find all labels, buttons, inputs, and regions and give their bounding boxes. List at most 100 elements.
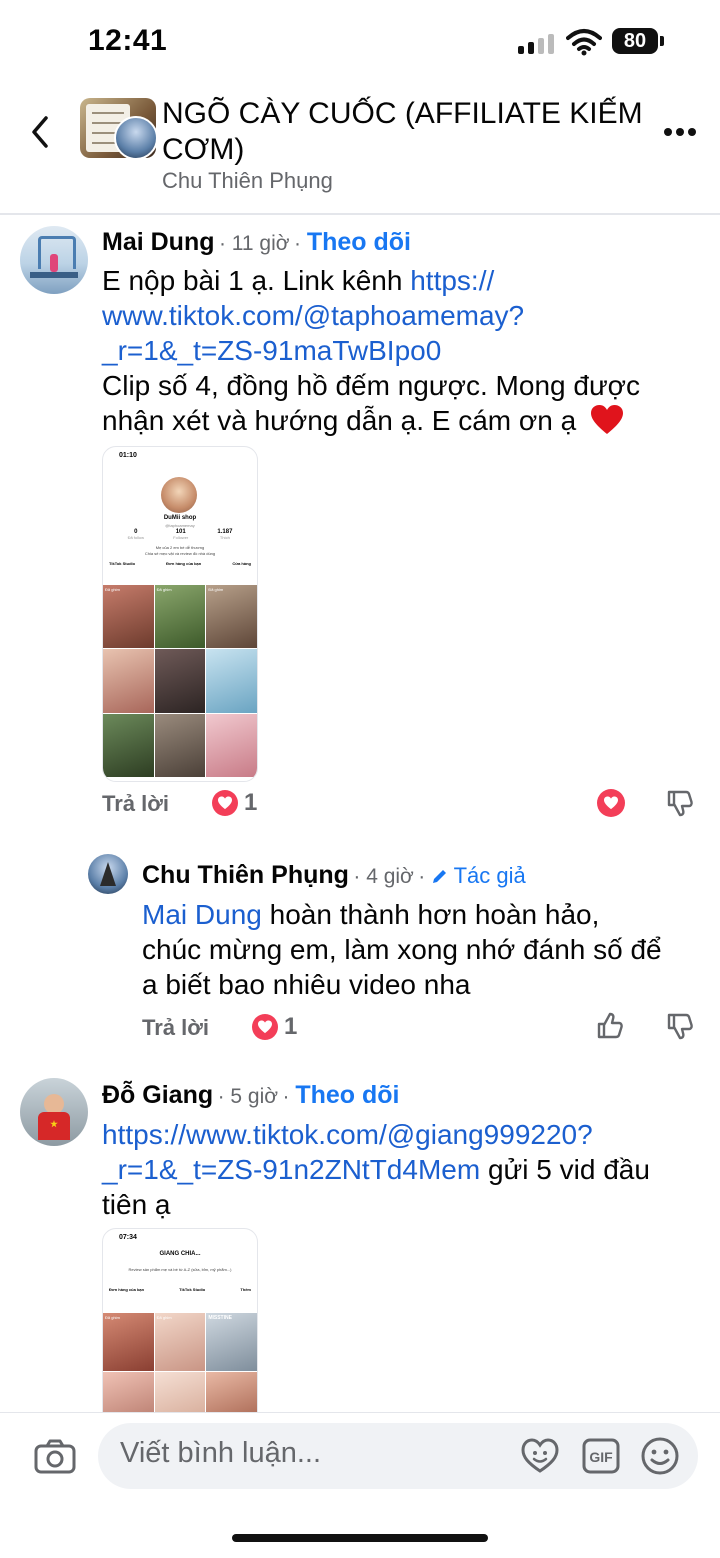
comment-header: Chu Thiên Phụng · 4 giờ · Tác giả [142,861,526,890]
video-tile [103,713,154,777]
meta-dot: · [282,1085,296,1108]
reaction-summary[interactable]: 1 [252,1013,297,1041]
video-tile: Đã ghim [103,585,154,649]
comment-header: Mai Dung · 11 giờ · Theo dõi [102,228,411,257]
comment-time[interactable]: 5 giờ [230,1085,278,1108]
author-badge: Tác giả [453,863,526,888]
group-cover-image[interactable] [80,98,156,158]
channel-link[interactable]: https:// [410,265,494,296]
comment-text: chúc mừng em, làm xong nhớ đánh số để [142,934,662,965]
comment-body: E nộp bài 1 ạ. Link kênh https:// www.ti… [102,263,702,444]
comment-body: https://www.tiktok.com/@giang999220? _r=… [102,1117,712,1222]
attached-screenshot[interactable]: 07:34 GIANG CHIA... Review sản phẩm mẹ v… [102,1228,258,1430]
video-grid: Đã ghim Đã ghim Đã ghim [103,585,257,777]
home-indicator [232,1534,488,1542]
comment-text: gửi 5 vid đầu [480,1154,650,1185]
video-tile [206,649,257,713]
gif-icon[interactable]: GIF [582,1438,620,1479]
video-tile [154,713,206,777]
channel-link[interactable]: _r=1&_t=ZS-91n2ZNtTd4Mem [102,1154,480,1185]
meta-dot: · [353,865,367,888]
avatar[interactable] [20,1078,88,1146]
love-reaction-icon [252,1014,278,1040]
dislike-icon[interactable] [666,1011,694,1046]
camera-icon[interactable] [34,1438,76,1479]
dislike-icon[interactable] [666,788,694,823]
comment-text: nhận xét và hướng dẫn ạ. E cám ơn ạ [102,405,577,436]
comment-text: E nộp bài 1 ạ. Link kênh [102,265,411,296]
red-heart-emoji [590,404,624,444]
profile-links: Đơn hàng của bạn TikTok Studio Thêm [109,1287,251,1292]
profile-bio: Review sản phẩm mẹ và bé từ A-Z (sữa, bỉ… [128,1267,232,1272]
stat-label: Thích [219,535,230,540]
video-tile: Đã ghim [206,585,257,649]
more-options-icon[interactable] [664,128,696,138]
attached-screenshot[interactable]: 01:10 DuMii shop @taphoamemay 0 Đã follow… [102,446,258,782]
battery-tip [660,36,664,46]
comment-author[interactable]: Chu Thiên Phụng [142,861,349,889]
follow-button[interactable]: Theo dõi [295,1081,399,1109]
reply-button[interactable]: Trả lời [102,791,169,817]
comment-time[interactable]: 4 giờ [366,865,414,888]
comment-time[interactable]: 11 giờ [232,232,290,255]
video-tile: Đã ghim [154,1313,206,1371]
avatar[interactable] [20,226,88,294]
pencil-icon [431,867,449,890]
profile-stats: 0 Đã follow 101 Follower 1.187 Thích [113,529,247,540]
avatar[interactable] [88,854,128,894]
comment-text: hoàn thành hơn hoàn hảo, [261,899,600,930]
video-tile: Đã ghim [154,585,206,649]
love-reaction-icon [212,790,238,816]
mention-link[interactable]: Mai Dung [142,899,262,930]
meta-dot: · [218,232,232,255]
reaction-summary[interactable]: 1 [212,789,257,817]
profile-link: Đơn hàng của bạn [109,1287,145,1292]
profile-bio: Mẹ của 2 em bé dễ thương Chia sẻ mẹo vặt… [103,545,257,557]
shop-handle: @taphoamemay [165,523,195,528]
video-tile: Đã ghim [103,1313,154,1371]
meta-dot: · [293,232,307,255]
battery-level: 80 [612,28,658,54]
bio-line: Chia sẻ mẹo vặt và review đồ nhà dùng [144,551,216,556]
status-time: 12:41 [88,24,168,57]
svg-text:GIF: GIF [589,1449,613,1465]
reaction-count: 1 [244,789,258,816]
profile-link: Đơn hàng của bạn [166,561,202,566]
header-divider [0,213,720,215]
profile-link: TikTok Studio [109,561,136,566]
profile-avatar [161,477,197,513]
channel-link[interactable]: _r=1&_t=ZS-91maTwBIpo0 [102,333,702,368]
shop-name: DuMii shop [163,515,197,521]
emoji-icon[interactable] [640,1436,680,1481]
profile-link: TikTok Studio [179,1287,206,1292]
reply-button[interactable]: Trả lời [142,1015,209,1041]
video-tile [103,649,154,713]
stat-label: Follower [173,535,189,540]
comment-author[interactable]: Mai Dung [102,228,215,256]
author-avatar-small [114,116,156,158]
channel-link[interactable]: www.tiktok.com/@taphoamemay? [102,298,702,333]
shop-name: GIANG CHIA... [159,1251,201,1257]
reaction-count: 1 [284,1013,298,1040]
back-chevron-icon[interactable] [26,112,56,152]
comment-text: Clip số 4, đồng hồ đếm ngược. Mong được [102,370,641,401]
profile-links: TikTok Studio Đơn hàng của bạn Cửa hàng [109,561,251,566]
follow-button[interactable]: Theo dõi [307,228,411,256]
comment-body: Mai Dung hoàn thành hơn hoàn hảo, chúc m… [142,897,702,1002]
comment-text: a biết bao nhiêu video nha [142,969,471,1000]
comment-author[interactable]: Đỗ Giang [102,1081,213,1109]
like-icon[interactable] [596,1011,624,1046]
comment-input-placeholder: Viết bình luận... [120,1437,322,1469]
meta-dot: · [217,1085,231,1108]
group-title[interactable]: NGÕ CÀY CUỐC (AFFILIATE KIẾM CƠM) [162,96,652,168]
profile-link: Cửa hàng [232,561,251,566]
post-author-subtitle[interactable]: Chu Thiên Phụng [162,168,333,194]
avatar-sticker-icon[interactable] [520,1437,560,1480]
thumb-time: 07:34 [119,1234,137,1241]
profile-link: Thêm [240,1287,251,1292]
love-reaction-button[interactable] [597,789,625,817]
meta-dot: · [418,865,432,888]
video-tile [206,713,257,777]
comment-text: tiên ạ [102,1189,171,1220]
channel-link[interactable]: https://www.tiktok.com/@giang999220? [102,1117,712,1152]
